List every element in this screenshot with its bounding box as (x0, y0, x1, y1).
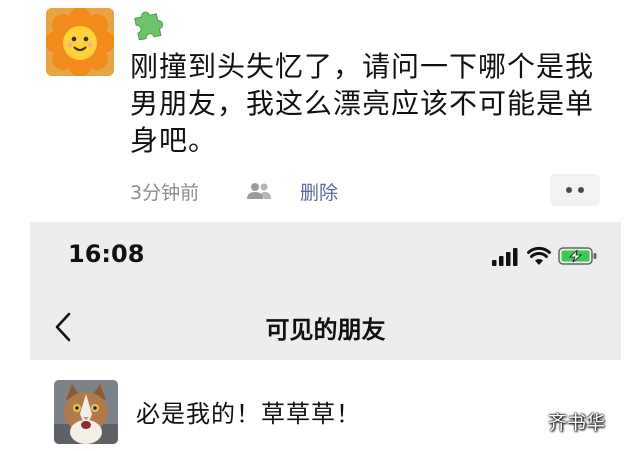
signal-icon (492, 248, 518, 266)
moments-post: 刚撞到头失忆了，请问一下哪个是我男朋友，我这么漂亮应该不可能是单身吧。 3分钟前… (0, 0, 629, 222)
people-icon[interactable] (246, 182, 272, 200)
battery-charging-icon (558, 247, 597, 265)
cat-avatar[interactable] (54, 380, 118, 444)
watermark: 齐书华 (548, 412, 606, 434)
sunflower-avatar[interactable] (46, 8, 114, 76)
delete-link[interactable]: 删除 (300, 178, 338, 205)
phone-screenshot: 16:08 可见的朋友 必是我的！草草草！ (30, 222, 621, 451)
nav-bar: 可见的朋友 (30, 290, 621, 360)
friend-comment: 必是我的！草草草！ (136, 400, 361, 428)
more-dots-icon (566, 187, 572, 193)
post-time: 3分钟前 (130, 182, 200, 204)
page-title: 可见的朋友 (265, 316, 386, 344)
status-time: 16:08 (68, 240, 145, 268)
post-meta: 3分钟前 删除 (130, 176, 610, 206)
puzzle-icon (134, 11, 164, 40)
status-bar: 16:08 (30, 222, 621, 290)
more-button[interactable] (550, 174, 600, 206)
wifi-icon (527, 246, 551, 265)
post-text: 刚撞到头失忆了，请问一下哪个是我男朋友，我这么漂亮应该不可能是单身吧。 (130, 50, 595, 157)
